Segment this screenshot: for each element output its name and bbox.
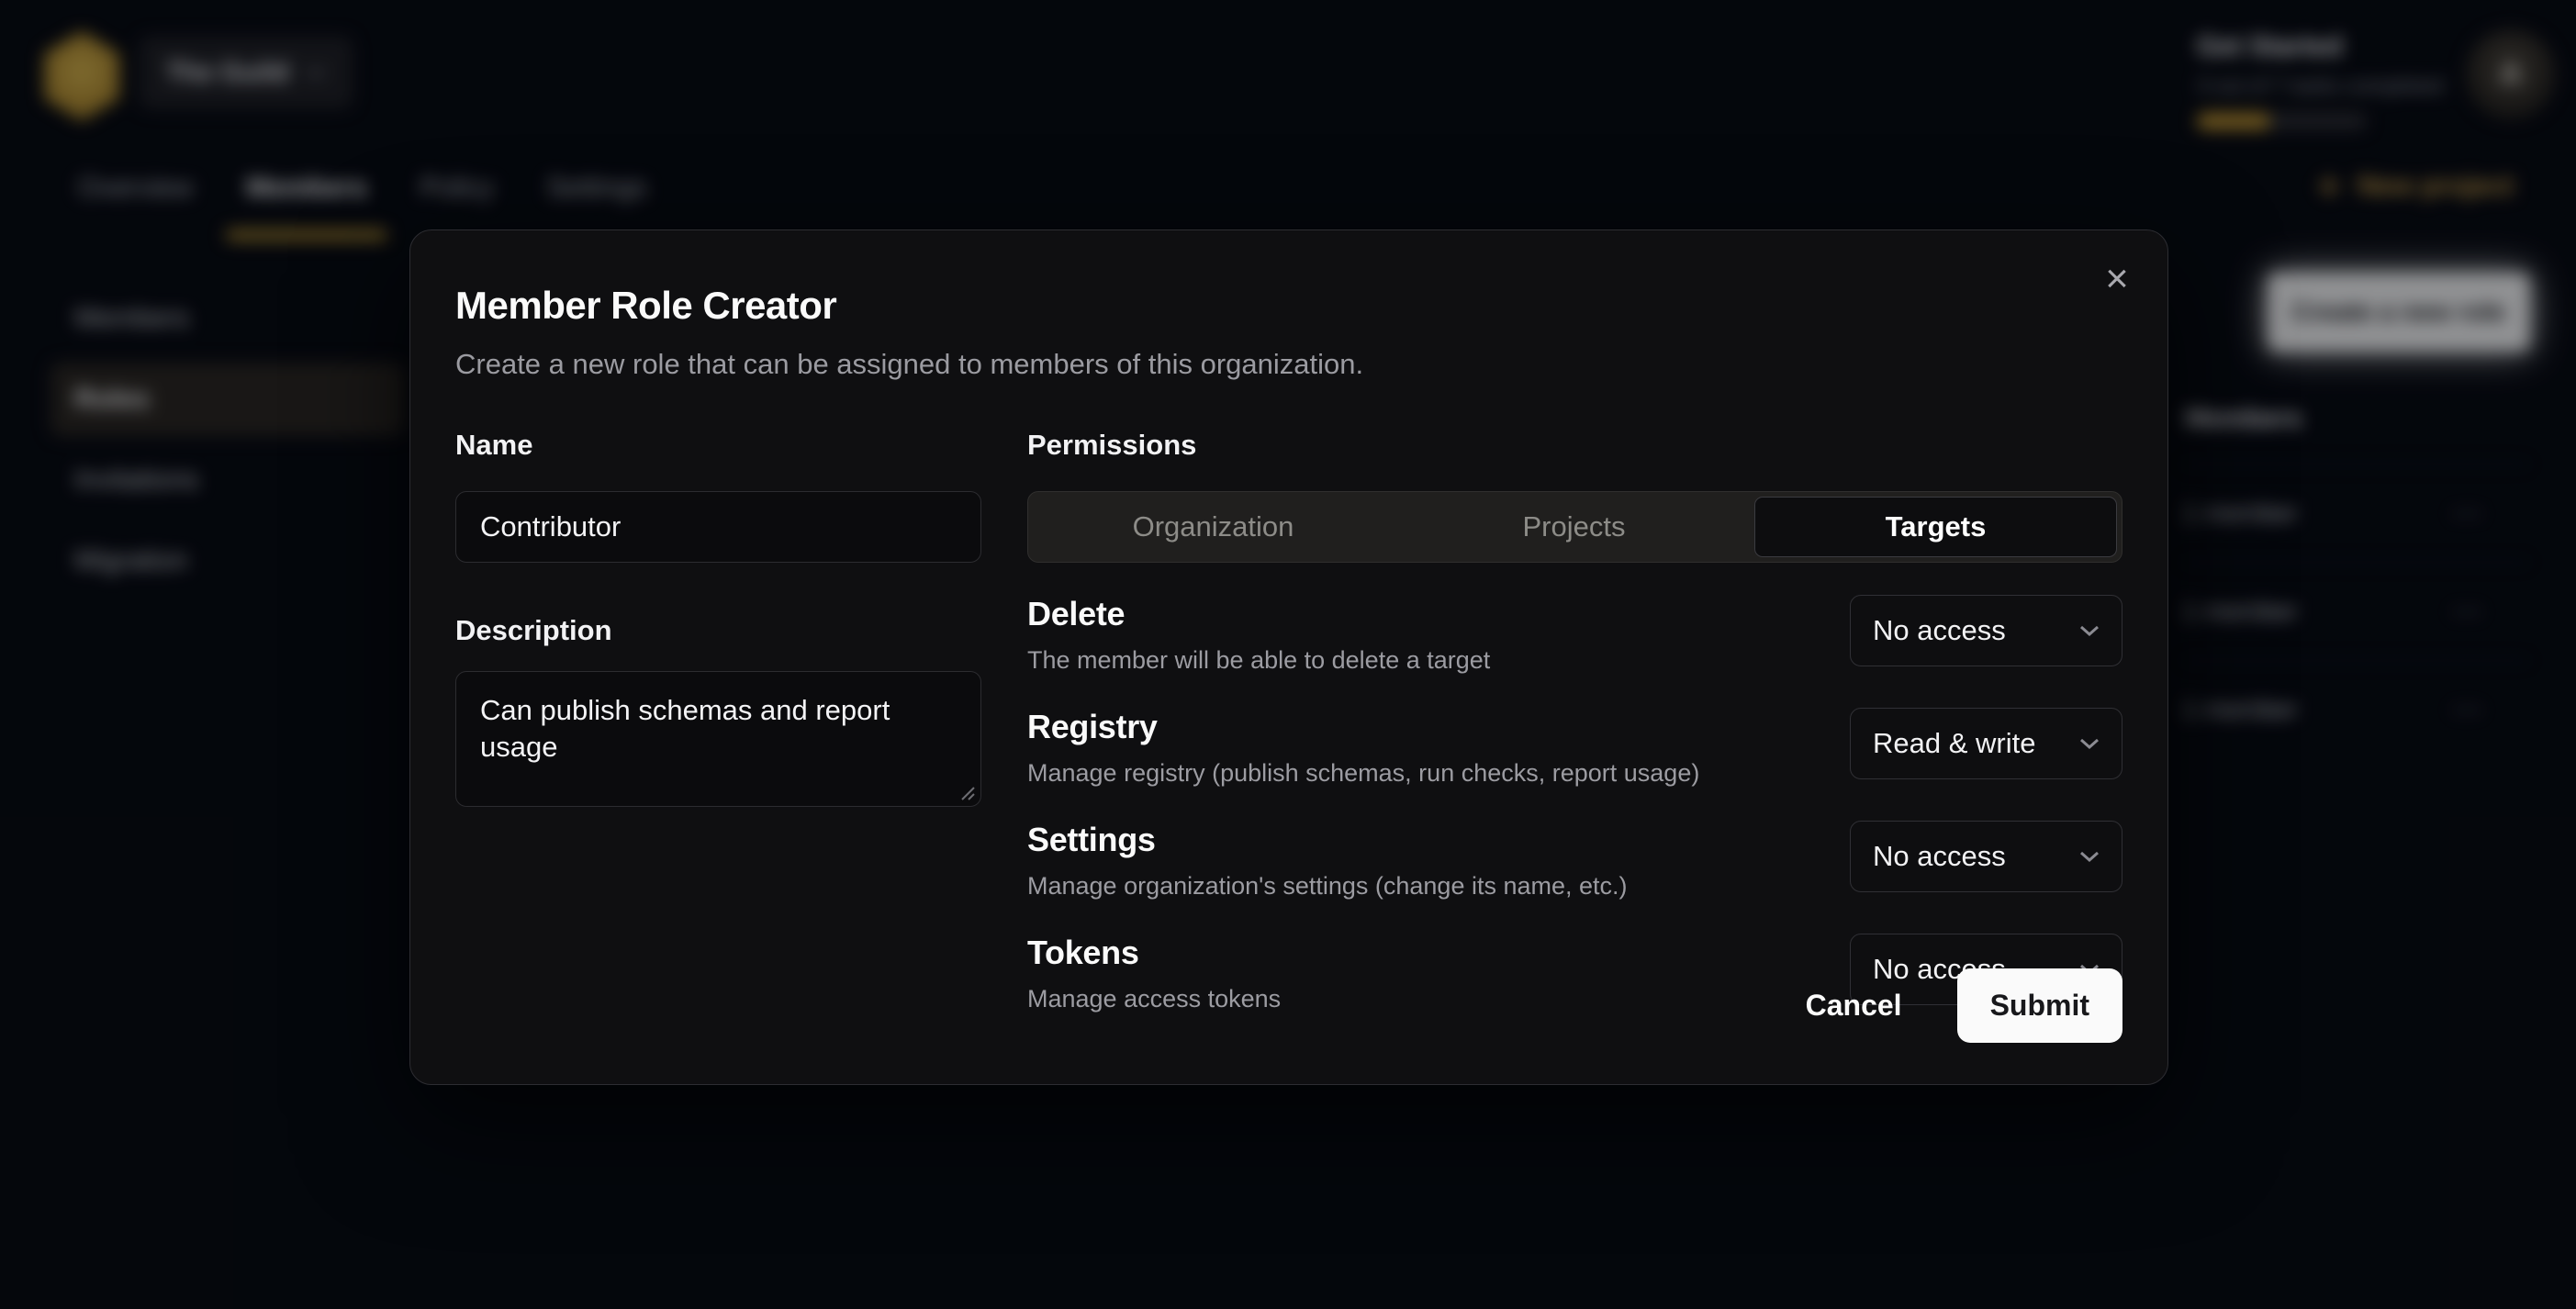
member-role-creator-dialog: × Member Role Creator Create a new role …: [409, 229, 2168, 1085]
left-column: Name Contributor Description Can publish…: [455, 429, 981, 1013]
settings-access-select[interactable]: No access: [1850, 821, 2122, 892]
registry-access-select[interactable]: Read & write: [1850, 708, 2122, 779]
perm-tab-organization[interactable]: Organization: [1033, 497, 1394, 557]
perm-title: Delete: [1027, 595, 1490, 633]
perm-tab-projects[interactable]: Projects: [1394, 497, 1754, 557]
name-input[interactable]: Contributor: [455, 491, 981, 563]
permission-row-registry: Registry Manage registry (publish schema…: [1027, 708, 2122, 788]
perm-tab-targets[interactable]: Targets: [1754, 497, 2117, 557]
description-label: Description: [455, 614, 981, 647]
permissions-column: Permissions Organization Projects Target…: [1027, 429, 2122, 1013]
name-label: Name: [455, 429, 981, 462]
close-icon[interactable]: ×: [2090, 252, 2144, 306]
permissions-tabbar: Organization Projects Targets: [1027, 491, 2122, 563]
description-textarea[interactable]: Can publish schemas and report usage: [455, 671, 981, 807]
permission-row-settings: Settings Manage organization's settings …: [1027, 821, 2122, 901]
app-root: The Guild Get Started 3 out of 7 tasks c…: [0, 0, 2576, 1309]
perm-title: Settings: [1027, 821, 1628, 859]
chevron-down-icon: [2079, 624, 2100, 637]
perm-description: Manage access tokens: [1027, 985, 1281, 1013]
perm-title: Registry: [1027, 708, 1699, 746]
permissions-label: Permissions: [1027, 429, 2122, 462]
submit-button[interactable]: Submit: [1957, 968, 2122, 1043]
cancel-button[interactable]: Cancel: [1775, 968, 1933, 1043]
chevron-down-icon: [2079, 850, 2100, 863]
chevron-down-icon: [2079, 737, 2100, 750]
dialog-subtitle: Create a new role that can be assigned t…: [455, 348, 2122, 381]
delete-access-select[interactable]: No access: [1850, 595, 2122, 666]
dialog-title: Member Role Creator: [455, 284, 2122, 328]
dialog-footer: Cancel Submit: [1775, 968, 2122, 1043]
perm-description: Manage registry (publish schemas, run ch…: [1027, 759, 1699, 788]
perm-description: The member will be able to delete a targ…: [1027, 646, 1490, 675]
resize-handle-icon[interactable]: [958, 784, 975, 800]
permission-row-delete: Delete The member will be able to delete…: [1027, 595, 2122, 675]
perm-title: Tokens: [1027, 934, 1281, 972]
perm-description: Manage organization's settings (change i…: [1027, 872, 1628, 901]
